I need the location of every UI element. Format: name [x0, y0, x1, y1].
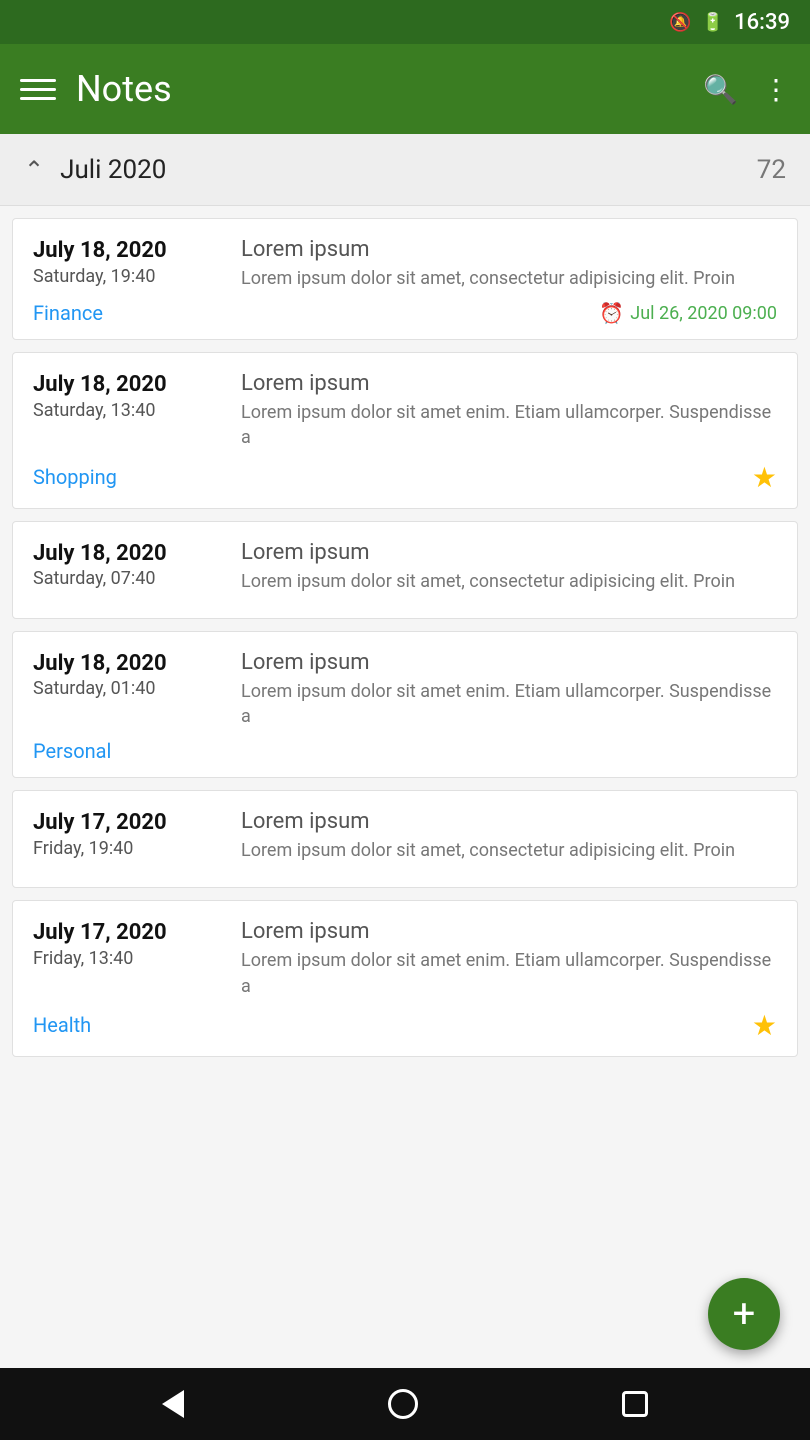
note-date-main: July 17, 2020 [33, 919, 223, 948]
notes-list: July 18, 2020Saturday, 19:40Lorem ipsumL… [0, 206, 810, 1368]
note-title: Lorem ipsum [241, 237, 777, 262]
note-preview: Lorem ipsum dolor sit amet, consectetur … [241, 838, 777, 863]
note-date-sub: Saturday, 01:40 [33, 678, 223, 699]
no-sim-icon: 🔕 [669, 12, 691, 33]
note-tag[interactable]: Health [33, 1013, 91, 1037]
search-button[interactable]: 🔍 [703, 73, 738, 106]
note-preview: Lorem ipsum dolor sit amet enim. Etiam u… [241, 679, 777, 729]
app-bar: Notes 🔍 ⋮ [0, 44, 810, 134]
note-card[interactable]: July 18, 2020Saturday, 13:40 Lorem ipsum L… [12, 352, 798, 508]
recents-icon [622, 1391, 648, 1417]
status-bar: 🔕 🔋 16:39 [0, 0, 810, 44]
alarm-icon: ⏰ [599, 301, 624, 325]
note-title: Lorem ipsum [241, 540, 777, 565]
note-date-main: July 18, 2020 [33, 237, 223, 266]
note-title: Lorem ipsum [241, 919, 777, 944]
note-date-main: July 18, 2020 [33, 371, 223, 400]
note-card[interactable]: July 18, 2020Saturday, 19:40 Lorem ipsum L… [12, 218, 798, 340]
reminder-text: Jul 26, 2020 09:00 [630, 303, 777, 324]
month-count: 72 [757, 155, 786, 185]
app-bar-actions: 🔍 ⋮ [703, 73, 790, 106]
back-icon [162, 1390, 184, 1418]
note-date-sub: Saturday, 13:40 [33, 400, 223, 421]
note-reminder: ⏰ Jul 26, 2020 09:00 [599, 301, 777, 325]
chevron-up-icon[interactable]: ⌃ [24, 156, 44, 184]
home-icon [388, 1389, 418, 1419]
note-tag[interactable]: Finance [33, 301, 103, 325]
note-title: Lorem ipsum [241, 650, 777, 675]
status-time: 16:39 [734, 10, 790, 35]
note-date-sub: Friday, 19:40 [33, 838, 223, 859]
add-icon: + [733, 1294, 756, 1334]
note-tag[interactable]: Shopping [33, 465, 117, 489]
battery-icon: 🔋 [702, 12, 724, 33]
status-icons: 🔕 🔋 16:39 [669, 10, 790, 35]
note-card[interactable]: July 18, 2020Saturday, 07:40 Lorem ipsum L… [12, 521, 798, 619]
app-title: Notes [76, 68, 683, 110]
note-preview: Lorem ipsum dolor sit amet enim. Etiam u… [241, 948, 777, 998]
recents-button[interactable] [622, 1391, 648, 1417]
note-date-sub: Saturday, 07:40 [33, 568, 223, 589]
star-icon[interactable]: ★ [752, 1009, 777, 1042]
note-title: Lorem ipsum [241, 371, 777, 396]
more-options-button[interactable]: ⋮ [762, 73, 790, 106]
note-title: Lorem ipsum [241, 809, 777, 834]
note-date-main: July 18, 2020 [33, 650, 223, 679]
back-button[interactable] [162, 1390, 184, 1418]
add-note-button[interactable]: + [708, 1278, 780, 1350]
nav-bar [0, 1368, 810, 1440]
note-card[interactable]: July 17, 2020Friday, 13:40 Lorem ipsum Lor… [12, 900, 798, 1056]
menu-button[interactable] [20, 79, 56, 100]
note-preview: Lorem ipsum dolor sit amet enim. Etiam u… [241, 400, 777, 450]
note-date-main: July 17, 2020 [33, 809, 223, 838]
note-card[interactable]: July 18, 2020Saturday, 01:40 Lorem ipsum L… [12, 631, 798, 778]
month-label: Juli 2020 [60, 155, 757, 185]
note-date-sub: Friday, 13:40 [33, 948, 223, 969]
note-card[interactable]: July 17, 2020Friday, 19:40 Lorem ipsum Lor… [12, 790, 798, 888]
home-button[interactable] [388, 1389, 418, 1419]
note-date-main: July 18, 2020 [33, 540, 223, 569]
month-header[interactable]: ⌃ Juli 2020 72 [0, 134, 810, 206]
star-icon[interactable]: ★ [752, 461, 777, 494]
note-preview: Lorem ipsum dolor sit amet, consectetur … [241, 569, 777, 594]
note-date-sub: Saturday, 19:40 [33, 266, 223, 287]
note-preview: Lorem ipsum dolor sit amet, consectetur … [241, 266, 777, 291]
note-tag[interactable]: Personal [33, 739, 111, 763]
